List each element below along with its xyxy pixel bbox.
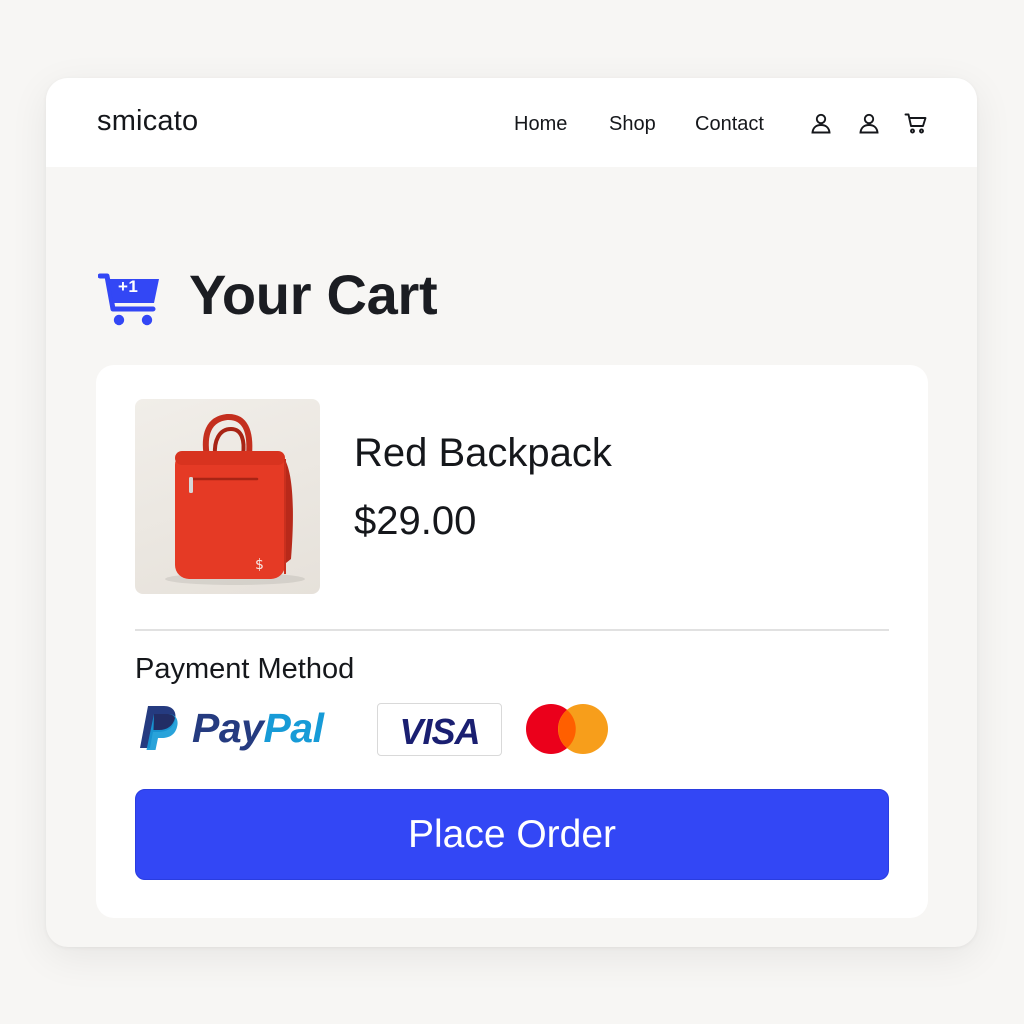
product-image[interactable]: $ [135,399,320,594]
cart-icon[interactable] [904,111,928,135]
account-icon[interactable] [857,111,881,135]
cart-card: $ Red Backpack $29.00 Payment Method Pay… [96,365,928,918]
cart-count-badge: +1 [118,277,139,296]
mastercard-option[interactable] [525,703,609,755]
nav-home-link[interactable]: Home [514,113,567,136]
nav-shop-link[interactable]: Shop [609,113,656,136]
user-icon[interactable] [809,111,833,135]
paypal-option[interactable]: PayPal [138,703,348,755]
payment-method-label: Payment Method [135,653,355,685]
top-navbar: smicato Home Shop Contact [46,78,977,167]
app-window: smicato Home Shop Contact +1 Your Cart $… [46,78,977,947]
nav-contact-link[interactable]: Contact [695,113,764,136]
backpack-illustration: $ [165,414,305,585]
svg-text:$: $ [255,557,264,573]
product-name[interactable]: Red Backpack [354,431,612,476]
visa-option[interactable]: VISA [377,703,502,756]
brand-logo[interactable]: smicato [97,105,198,138]
paypal-icon [140,706,178,750]
paypal-wordmark: PayPal [192,705,324,751]
product-price: $29.00 [354,499,477,543]
visa-wordmark: VISA [399,711,480,752]
place-order-button[interactable]: Place Order [135,789,889,880]
mastercard-icon [526,704,608,754]
divider [135,629,889,631]
page-title: Your Cart [189,263,438,326]
